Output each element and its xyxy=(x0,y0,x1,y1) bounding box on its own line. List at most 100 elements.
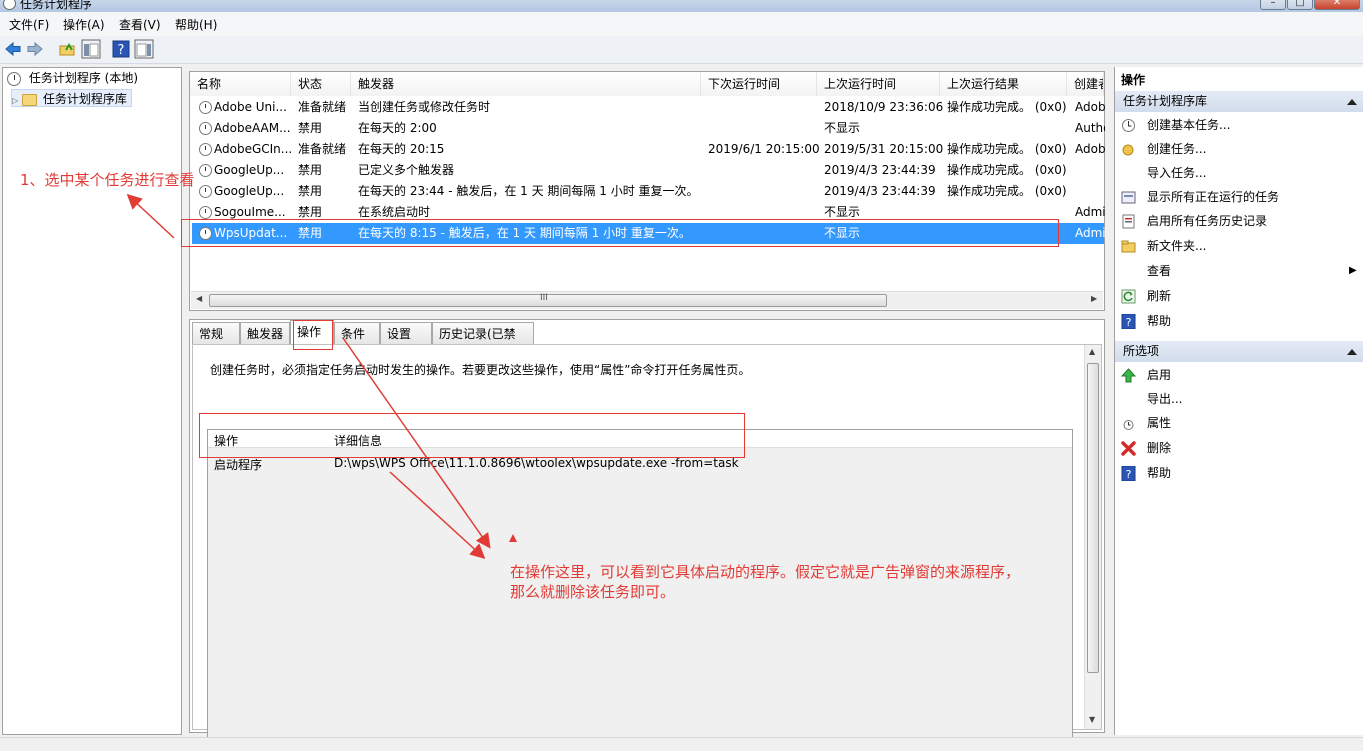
column-header-last-result[interactable]: 上次运行结果 xyxy=(940,72,1067,96)
scroll-down-icon[interactable]: ▼ xyxy=(1089,715,1095,724)
maximize-icon: □ xyxy=(1295,0,1305,8)
action-details: D:\wps\WPS Office\11.1.0.8696\wtoolex\wp… xyxy=(334,456,739,470)
toolbar: ? xyxy=(0,36,1363,64)
task-name: GoogleUp... xyxy=(214,163,285,177)
menu-view[interactable]: 查看(V) xyxy=(119,16,161,33)
task-clock-icon xyxy=(199,122,212,135)
scroll-right-icon[interactable]: ▶ xyxy=(1091,294,1097,303)
task-name: GoogleUp... xyxy=(214,184,285,198)
folder-clock-icon xyxy=(21,93,37,106)
svg-text:?: ? xyxy=(1126,316,1132,329)
task-row[interactable]: AdobeGCIn... 准备就绪 在每天的 20:15 2019/6/1 20… xyxy=(192,139,1105,160)
svg-text:?: ? xyxy=(1126,468,1132,481)
scroll-thumb[interactable]: III xyxy=(209,293,887,307)
task-status: 禁用 xyxy=(298,163,323,177)
task-last-result: 操作成功完成。 (0x0) xyxy=(947,163,1067,177)
task-author: Autho xyxy=(1075,121,1105,135)
forward-arrow-icon[interactable] xyxy=(26,40,44,58)
running-tasks-icon xyxy=(1121,191,1136,204)
tab-triggers[interactable]: 触发器 xyxy=(240,322,290,344)
horizontal-scrollbar[interactable]: ◀ III ▶ xyxy=(191,291,1103,309)
section-header-selected[interactable]: 所选项 xyxy=(1115,341,1363,362)
collapse-icon[interactable] xyxy=(1347,349,1357,355)
task-status: 禁用 xyxy=(298,184,323,198)
history-icon xyxy=(1122,214,1135,229)
scroll-thumb[interactable] xyxy=(1087,363,1099,673)
enable-arrow-icon xyxy=(1121,368,1136,383)
close-icon: ✕ xyxy=(1332,0,1342,8)
help-icon: ? xyxy=(1121,314,1136,329)
help-icon[interactable]: ? xyxy=(112,40,130,58)
menu-help[interactable]: 帮助(H) xyxy=(175,16,217,33)
up-folder-icon[interactable] xyxy=(58,40,76,58)
task-row[interactable]: Adobe Uni... 准备就绪 当创建任务或修改任务时 2018/10/9 … xyxy=(192,97,1105,118)
help-icon: ? xyxy=(1121,466,1136,481)
expand-arrow-icon[interactable]: ▷ xyxy=(12,96,18,105)
annotation-step1: 1、选中某个任务进行查看 xyxy=(20,171,195,189)
tab-general[interactable]: 常规 xyxy=(192,322,240,344)
show-hide-tree-icon[interactable] xyxy=(81,39,101,59)
back-arrow-icon[interactable] xyxy=(4,40,22,58)
menu-action[interactable]: 操作(A) xyxy=(63,16,105,33)
task-clock-icon xyxy=(199,143,212,156)
annotation-box-selected-task xyxy=(181,219,1059,247)
task-trigger: 当创建任务或修改任务时 xyxy=(358,100,491,114)
task-last-result: 操作成功完成。 (0x0) xyxy=(947,100,1067,114)
tab-settings[interactable]: 设置 xyxy=(380,322,432,344)
scroll-up-icon[interactable]: ▲ xyxy=(1089,347,1095,356)
task-last-run: 2019/4/3 23:44:39 xyxy=(824,184,936,198)
task-name: Adobe Uni... xyxy=(214,100,287,114)
column-header-next-run[interactable]: 下次运行时间 xyxy=(701,72,817,96)
refresh-icon xyxy=(1121,289,1136,304)
window-title: 任务计划程序 xyxy=(20,0,93,11)
task-row[interactable]: AdobeAAM... 禁用 在每天的 2:00 不显示 Autho xyxy=(192,118,1105,139)
collapse-icon[interactable] xyxy=(1347,99,1357,105)
clock-icon xyxy=(7,71,21,86)
task-row[interactable]: GoogleUp... 禁用 在每天的 23:44 - 触发后，在 1 天 期间… xyxy=(192,181,1104,202)
tab-content: 创建任务时，必须指定任务启动时发生的操作。若要更改这些操作，使用“属性”命令打开… xyxy=(192,344,1102,747)
maximize-button[interactable]: □ xyxy=(1287,0,1313,10)
task-last-run: 不显示 xyxy=(824,121,861,135)
show-hide-actions-icon[interactable] xyxy=(134,39,154,59)
minimize-button[interactable]: – xyxy=(1260,0,1286,10)
tree-root[interactable]: 任务计划程序 (本地) xyxy=(7,69,138,87)
actions-description: 创建任务时，必须指定任务启动时发生的操作。若要更改这些操作，使用“属性”命令打开… xyxy=(210,363,751,377)
delete-x-icon xyxy=(1121,441,1136,456)
task-author: Admi xyxy=(1075,205,1105,219)
detail-pane: 常规 触发器 操作 条件 设置 历史记录(已禁用) 创建任务时，必须指定任务启动… xyxy=(189,319,1105,747)
scroll-left-icon[interactable]: ◀ xyxy=(196,294,202,303)
tab-conditions[interactable]: 条件 xyxy=(334,322,380,344)
svg-text:?: ? xyxy=(118,43,125,58)
title-bar: 任务计划程序 – □ ✕ xyxy=(0,0,1363,12)
column-header-name[interactable]: 名称 xyxy=(190,72,291,96)
task-clock-icon xyxy=(199,185,212,198)
task-clock-icon xyxy=(199,206,212,219)
tab-history[interactable]: 历史记录(已禁用) xyxy=(432,322,534,363)
annotation-box-actions-tab xyxy=(293,320,333,350)
new-folder-icon xyxy=(1121,240,1136,253)
task-author: Adob xyxy=(1075,142,1105,156)
status-bar xyxy=(0,737,1363,751)
vertical-scrollbar[interactable]: ▲ ▼ xyxy=(1084,345,1101,729)
task-author: Admi xyxy=(1075,226,1105,240)
menu-file[interactable]: 文件(F) xyxy=(9,16,49,33)
column-header-trigger[interactable]: 触发器 xyxy=(351,72,701,96)
properties-clock-icon xyxy=(1123,420,1134,430)
section-selected-label: 所选项 xyxy=(1123,344,1160,358)
tree-item-library[interactable]: ▷ 任务计划程序库 xyxy=(11,89,132,107)
menu-bar: 文件(F) 操作(A) 查看(V) 帮助(H) xyxy=(0,12,1363,36)
column-header-author[interactable]: 创建者 xyxy=(1067,72,1104,96)
task-name: AdobeGCIn... xyxy=(214,142,292,156)
section-header-library[interactable]: 任务计划程序库 xyxy=(1115,91,1363,112)
task-row[interactable]: GoogleUp... 禁用 已定义多个触发器 2019/4/3 23:44:3… xyxy=(192,160,1104,181)
column-header-status[interactable]: 状态 xyxy=(291,72,351,96)
task-trigger: 在每天的 23:44 - 触发后，在 1 天 期间每隔 1 小时 重复一次。 xyxy=(358,184,699,198)
close-button[interactable]: ✕ xyxy=(1314,0,1360,10)
create-task-icon xyxy=(1122,144,1134,156)
tree-root-label: 任务计划程序 (本地) xyxy=(28,71,139,85)
action-view[interactable]: 查看 ▶ xyxy=(1121,260,1361,282)
task-clock-icon xyxy=(199,164,212,177)
minimize-icon: – xyxy=(1270,0,1276,8)
task-status: 准备就绪 xyxy=(298,100,347,114)
column-header-last-run[interactable]: 上次运行时间 xyxy=(817,72,940,96)
